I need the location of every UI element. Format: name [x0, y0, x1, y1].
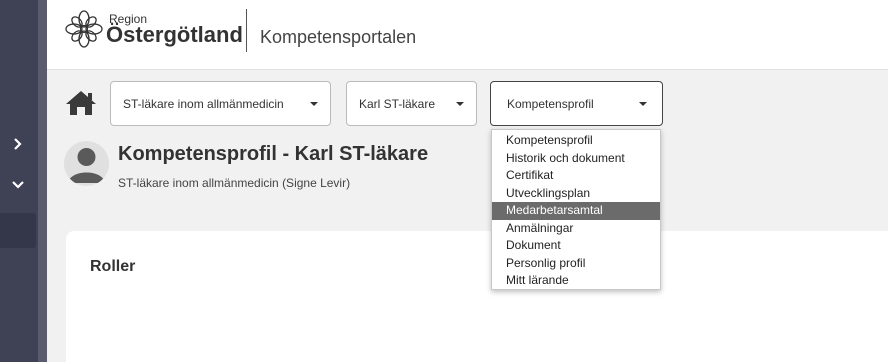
- menu-item[interactable]: Utvecklingsplan: [492, 185, 660, 203]
- app-header: Region Östergötland Kompetensportalen: [47, 0, 888, 70]
- avatar: [64, 141, 109, 186]
- flower-logo-icon: [65, 10, 103, 48]
- app-window: Region Östergötland Kompetensportalen ST…: [0, 0, 888, 362]
- chevron-down-icon: [310, 101, 318, 106]
- role-select-value: ST-läkare inom allmänmedicin: [123, 96, 284, 111]
- sidebar-edge: [38, 0, 47, 362]
- home-icon: [66, 91, 96, 115]
- page-subtitle: ST-läkare inom allmänmedicin (Signe Levi…: [118, 176, 351, 190]
- chevron-down-icon: [456, 101, 464, 106]
- menu-item[interactable]: Personlig profil: [492, 255, 660, 273]
- chevron-down-icon[interactable]: [8, 176, 28, 196]
- roles-card: Roller: [66, 231, 888, 362]
- menu-item[interactable]: Kompetensprofil: [492, 132, 660, 150]
- person-select[interactable]: Karl ST-läkare: [346, 81, 477, 126]
- role-select[interactable]: ST-läkare inom allmänmedicin: [110, 81, 331, 126]
- header-divider: [246, 9, 247, 52]
- portal-title: Kompetensportalen: [260, 27, 417, 47]
- logo-name-text: Östergötland: [106, 22, 243, 47]
- menu-item[interactable]: Dokument: [492, 237, 660, 255]
- page-title: Kompetensprofil - Karl ST-läkare: [118, 143, 429, 165]
- sidebar-rail: [0, 0, 38, 362]
- card-title: Roller: [90, 258, 136, 275]
- home-button[interactable]: [64, 89, 98, 117]
- menu-item[interactable]: Mitt lärande: [492, 272, 660, 290]
- page-select-value: Kompetensprofil: [507, 96, 594, 111]
- page-select[interactable]: Kompetensprofil: [490, 81, 663, 126]
- menu-item-highlighted[interactable]: Medarbetarsamtal: [492, 202, 660, 220]
- chevron-down-icon: [639, 101, 647, 106]
- page-select-menu: Kompetensprofil Historik och dokument Ce…: [491, 129, 661, 290]
- chevron-right-icon[interactable]: [8, 136, 28, 156]
- person-select-value: Karl ST-läkare: [359, 96, 436, 111]
- menu-item[interactable]: Anmälningar: [492, 220, 660, 238]
- menu-item[interactable]: Certifikat: [492, 167, 660, 185]
- sidebar-selected-item[interactable]: [0, 213, 36, 248]
- region-logo[interactable]: Region Östergötland: [65, 10, 243, 53]
- menu-item[interactable]: Historik och dokument: [492, 150, 660, 168]
- user-avatar-icon: [68, 148, 105, 183]
